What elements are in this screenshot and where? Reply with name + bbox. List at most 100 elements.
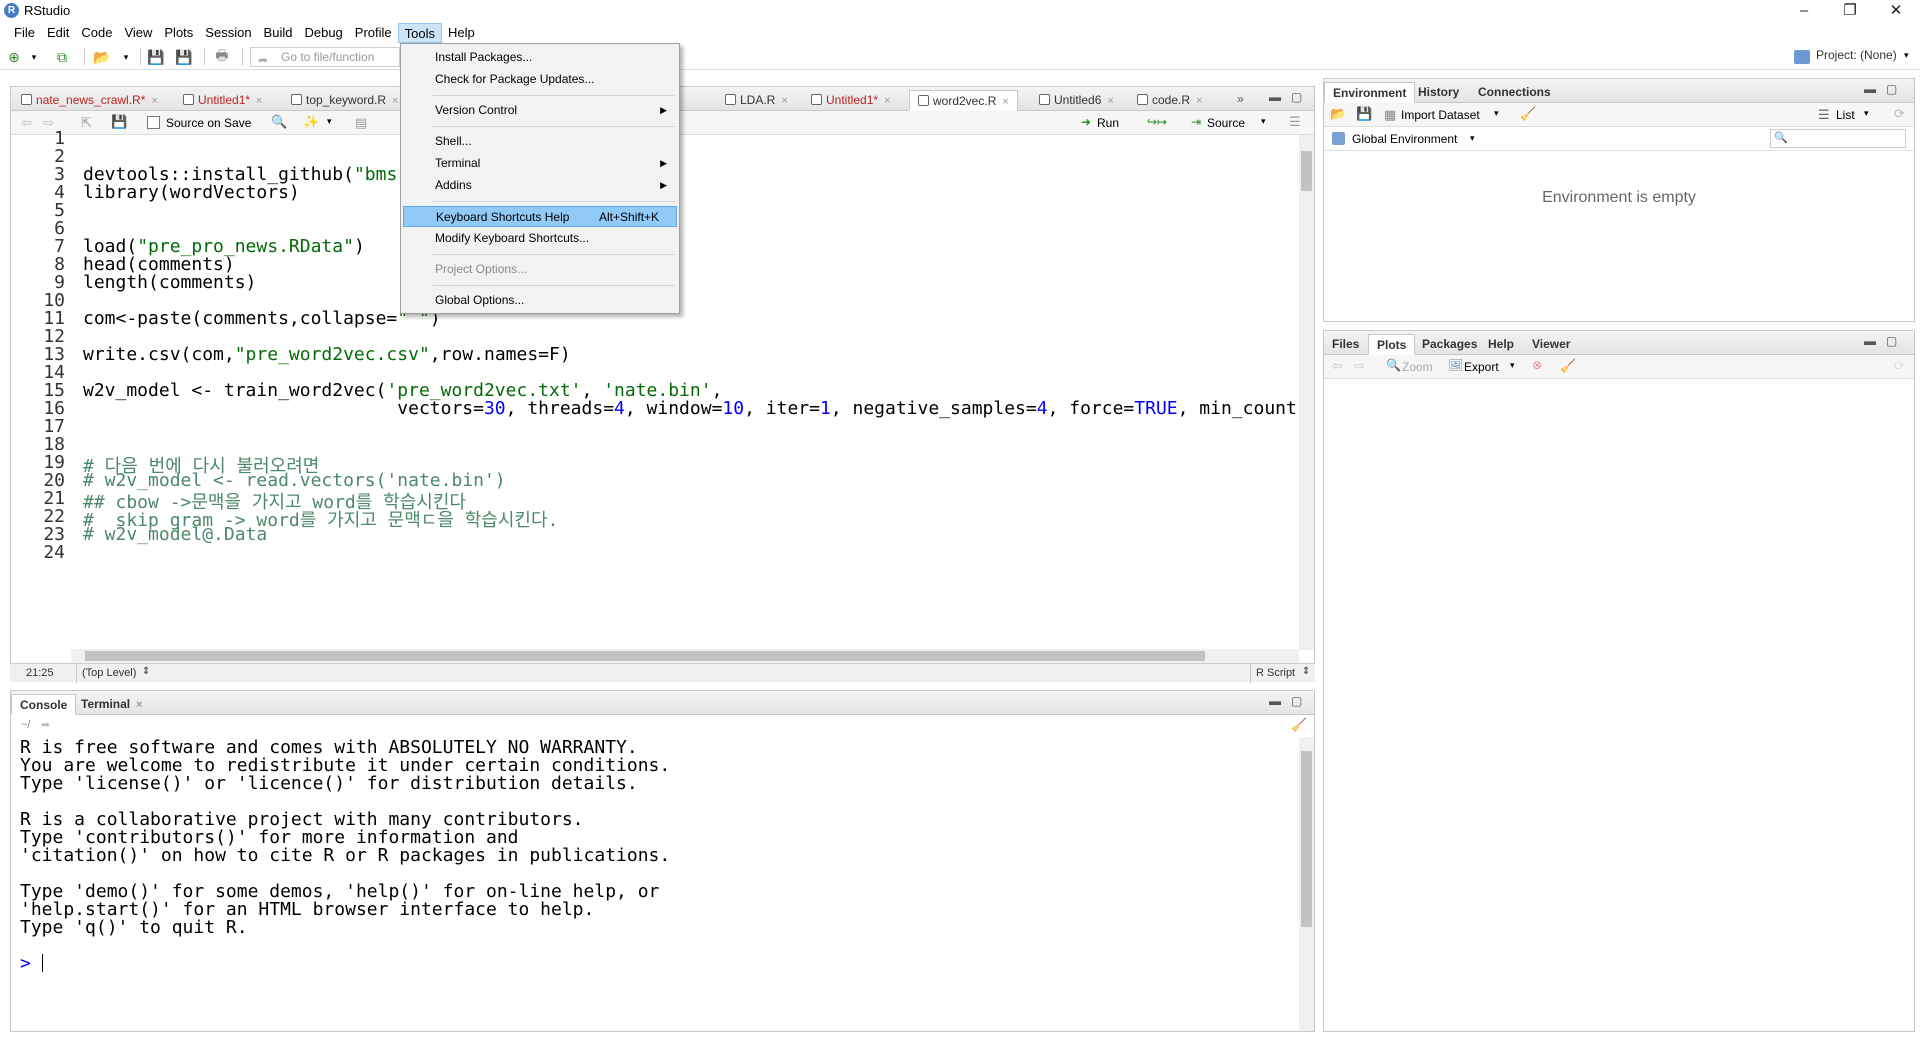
menu-help[interactable]: Help <box>442 23 481 43</box>
open-recent-dropdown-icon[interactable]: ▾ <box>118 49 134 65</box>
menu-item-terminal[interactable]: Terminal ▶ <box>403 153 677 174</box>
import-dropdown-icon[interactable]: ▾ <box>1494 108 1499 119</box>
menu-file[interactable]: File <box>8 23 41 43</box>
menu-item-global-options[interactable]: Global Options... <box>403 290 677 311</box>
view-mode-dropdown-icon[interactable]: ▾ <box>1864 108 1869 119</box>
export-dropdown-icon[interactable]: ▾ <box>1510 360 1515 371</box>
menu-edit[interactable]: Edit <box>41 23 75 43</box>
console-vertical-scrollbar[interactable] <box>1299 737 1314 1031</box>
tab-environment[interactable]: Environment <box>1324 82 1416 103</box>
import-dataset-button[interactable]: Import Dataset <box>1401 108 1480 122</box>
tab-plots[interactable]: Plots <box>1368 334 1416 355</box>
new-file-dropdown-icon[interactable]: ▾ <box>26 49 42 65</box>
more-tabs-icon[interactable]: » <box>1237 92 1244 106</box>
close-window-button[interactable]: ✕ <box>1873 0 1919 22</box>
close-tab-icon[interactable]: × <box>151 95 157 107</box>
menu-item-shell[interactable]: Shell... <box>403 131 677 152</box>
print-icon[interactable]: 🖶 <box>214 47 230 65</box>
remove-plot-icon[interactable]: ⊗ <box>1532 358 1542 372</box>
maximize-window-button[interactable]: ❐ <box>1827 0 1873 22</box>
source-dropdown-icon[interactable]: ▾ <box>1261 116 1266 127</box>
close-tab-icon[interactable]: × <box>884 95 890 107</box>
env-dropdown-icon[interactable]: ▾ <box>1470 133 1475 144</box>
next-plot-icon[interactable]: ⇨ <box>1354 358 1365 374</box>
clear-workspace-icon[interactable]: 🧹 <box>1520 106 1536 122</box>
refresh-plot-icon[interactable]: ⟳ <box>1894 358 1905 374</box>
menu-view[interactable]: View <box>118 23 158 43</box>
source-tab[interactable]: LDA.R × <box>717 90 796 111</box>
new-project-icon[interactable]: ⧉ <box>54 49 70 65</box>
new-file-icon[interactable]: ⊕ <box>6 49 22 65</box>
menu-item-addins[interactable]: Addins ▶ <box>403 175 677 196</box>
menu-tools[interactable]: Tools <box>397 23 442 43</box>
code-tools-dropdown-icon[interactable]: ▾ <box>327 116 332 127</box>
close-tab-icon[interactable]: × <box>256 95 262 107</box>
close-tab-icon[interactable]: × <box>1107 95 1113 107</box>
source-tab[interactable]: top_keyword.R × <box>283 90 406 111</box>
source-tab[interactable]: Untitled1* × <box>803 90 898 111</box>
tab-history[interactable]: History <box>1410 82 1467 103</box>
tab-console[interactable]: Console <box>11 694 77 715</box>
menu-item-install-packages[interactable]: Install Packages... <box>403 47 677 68</box>
tab-help[interactable]: Help <box>1480 334 1522 355</box>
menu-plots[interactable]: Plots <box>158 23 199 43</box>
menu-profile[interactable]: Profile <box>349 23 398 43</box>
save-icon[interactable]: 💾 <box>147 49 164 65</box>
view-mode-selector[interactable]: List <box>1836 108 1855 122</box>
close-terminal-tab-icon[interactable]: × <box>136 699 142 711</box>
clear-console-icon[interactable]: 🧹 <box>1291 717 1307 733</box>
export-button[interactable]: Export <box>1464 360 1499 374</box>
console-maximize-icon[interactable]: ▢ <box>1291 694 1302 708</box>
save-all-icon[interactable]: 💾 <box>175 49 192 65</box>
save-workspace-icon[interactable]: 💾 <box>1356 106 1372 122</box>
files-maximize-icon[interactable]: ▢ <box>1886 334 1897 348</box>
file-type-selector[interactable]: R Script <box>1256 667 1295 679</box>
rerun-icon[interactable]: ↪↦ <box>1147 115 1167 129</box>
go-to-dir-icon[interactable]: ➦ <box>41 718 50 731</box>
global-environment-selector[interactable]: Global Environment <box>1352 132 1457 146</box>
editor-maximize-icon[interactable]: ▢ <box>1291 90 1302 104</box>
close-tab-icon[interactable]: × <box>392 95 398 107</box>
tab-terminal[interactable]: Terminal × <box>73 694 151 715</box>
project-dropdown-icon[interactable]: ▾ <box>1904 50 1909 61</box>
clear-plots-icon[interactable]: 🧹 <box>1560 358 1576 374</box>
menu-debug[interactable]: Debug <box>298 23 348 43</box>
close-tab-icon[interactable]: × <box>781 95 787 107</box>
console-minimize-icon[interactable]: ▬ <box>1269 694 1281 708</box>
menu-item-modify-keyboard-shortcuts[interactable]: Modify Keyboard Shortcuts... <box>403 228 677 249</box>
env-minimize-icon[interactable]: ▬ <box>1864 82 1876 96</box>
source-tab[interactable]: Untitled6 × <box>1031 90 1122 111</box>
close-tab-icon[interactable]: × <box>1002 96 1008 108</box>
code-line[interactable]: length(comments) <box>83 272 256 293</box>
source-tab[interactable]: code.R × <box>1129 90 1210 111</box>
tab-files[interactable]: Files <box>1324 334 1367 355</box>
tab-connections[interactable]: Connections <box>1470 82 1559 103</box>
menu-item-keyboard-shortcuts-help[interactable]: Keyboard Shortcuts Help Alt+Shift+K <box>403 206 677 227</box>
code-line[interactable]: library(wordVectors) <box>83 182 300 203</box>
editor-vertical-scrollbar[interactable] <box>1299 135 1314 650</box>
menu-session[interactable]: Session <box>199 23 257 43</box>
code-line[interactable]: com<-paste(comments,collapse=" ") <box>83 308 441 329</box>
menu-build[interactable]: Build <box>258 23 299 43</box>
console-output[interactable]: R is free software and comes with ABSOLU… <box>20 737 1300 1027</box>
code-line[interactable]: write.csv(com,"pre_word2vec.csv",row.nam… <box>83 344 571 365</box>
open-file-icon[interactable]: 📂 <box>93 49 110 65</box>
files-minimize-icon[interactable]: ▬ <box>1864 334 1876 348</box>
previous-plot-icon[interactable]: ⇦ <box>1332 358 1343 374</box>
menu-item-check-for-package-updates[interactable]: Check for Package Updates... <box>403 69 677 90</box>
tab-packages[interactable]: Packages <box>1414 334 1485 355</box>
code-line[interactable]: vectors=30, threads=4, window=10, iter=1… <box>83 398 1297 419</box>
close-tab-icon[interactable]: × <box>1196 95 1202 107</box>
load-workspace-icon[interactable]: 📂 <box>1330 106 1346 122</box>
env-search-input[interactable] <box>1770 129 1906 148</box>
minimize-window-button[interactable]: – <box>1781 0 1827 22</box>
tab-viewer[interactable]: Viewer <box>1524 334 1578 355</box>
source-tab[interactable]: nate_news_crawl.R* × <box>13 90 166 111</box>
project-menu[interactable]: Project: (None) <box>1816 48 1897 62</box>
source-tab[interactable]: word2vec.R × <box>909 90 1018 111</box>
env-maximize-icon[interactable]: ▢ <box>1886 82 1897 96</box>
scope-selector[interactable]: (Top Level) <box>82 667 136 679</box>
editor-minimize-icon[interactable]: ▬ <box>1269 90 1281 104</box>
go-to-file-input[interactable]: Go to file/function <box>250 47 400 67</box>
refresh-env-icon[interactable]: ⟳ <box>1894 106 1905 122</box>
